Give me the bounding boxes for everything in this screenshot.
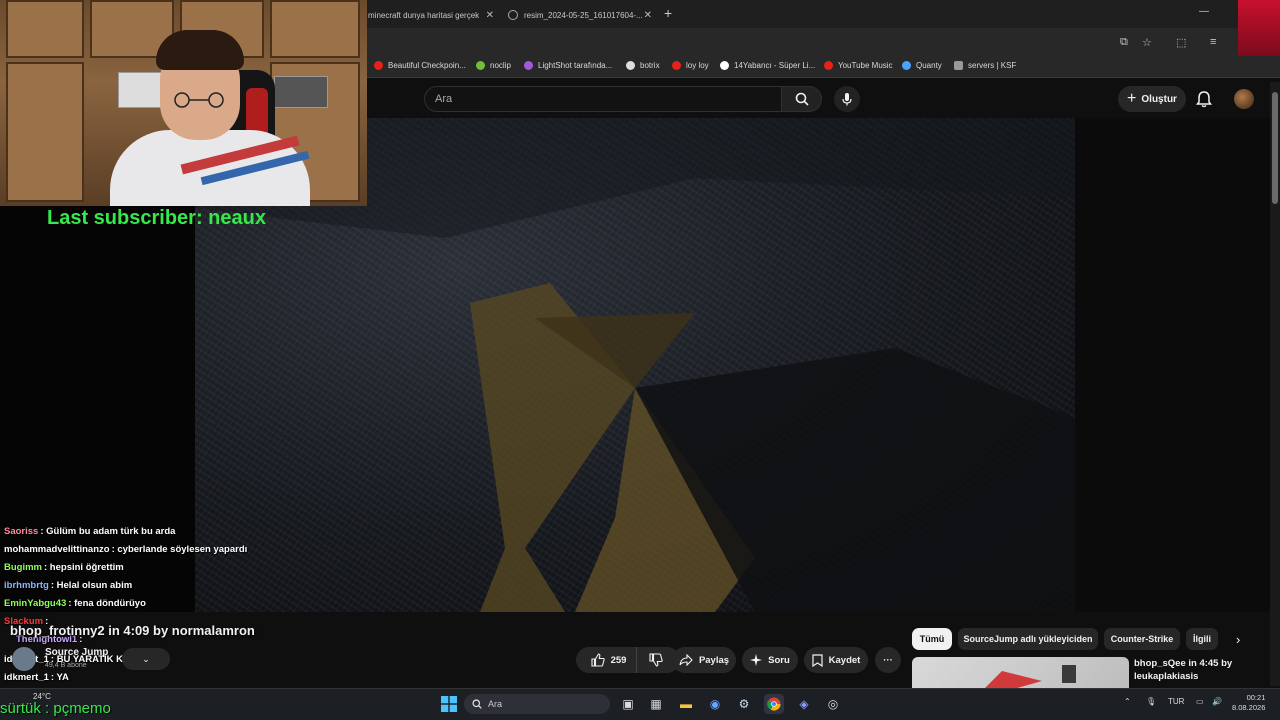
feather-icon <box>524 61 533 70</box>
search-input[interactable]: Ara <box>424 86 782 112</box>
recommended-thumbnail[interactable] <box>912 657 1129 691</box>
chip-all[interactable]: Tümü <box>912 628 952 650</box>
photo-poster <box>274 76 328 108</box>
app-icon[interactable]: ◉ <box>705 694 725 714</box>
obs-icon[interactable]: ◎ <box>823 694 843 714</box>
photo-poster <box>118 72 166 108</box>
steam-icon[interactable]: ⚙ <box>734 694 754 714</box>
like-button[interactable]: 259 <box>581 647 638 673</box>
voice-search-button[interactable] <box>834 86 860 112</box>
browser-tab[interactable]: minecraft dunya haritasi gerçek ✕ <box>368 4 494 26</box>
search-icon <box>795 92 809 106</box>
globe-icon <box>508 10 518 20</box>
extensions-icon[interactable]: ⬚ <box>1176 36 1186 49</box>
star-icon[interactable]: ☆ <box>1142 36 1152 49</box>
chat-message: Saoriss: Gülüm bu adam türk bu arda <box>4 526 176 537</box>
scrollbar-thumb[interactable] <box>1272 92 1278 204</box>
channel-icon <box>720 61 729 70</box>
ask-button[interactable]: Soru <box>742 647 798 673</box>
screen: minecraft dunya haritasi gerçek ✕ resim_… <box>0 0 1280 720</box>
chat-message: EminYabgu43: fena döndürüyo <box>4 598 146 609</box>
menu-icon[interactable]: ≡ <box>1210 36 1216 48</box>
chip-counter-strike[interactable]: Counter-Strike <box>1104 628 1180 650</box>
network-icon[interactable]: ▭ <box>1196 697 1204 706</box>
search-button[interactable] <box>782 86 822 112</box>
volume-icon[interactable]: 🔊 <box>1212 697 1222 706</box>
like-dislike-group: 259 <box>576 647 680 673</box>
sparkle-icon <box>750 654 763 666</box>
windows-taskbar <box>0 688 1280 720</box>
quanty-icon <box>902 61 911 70</box>
new-tab-button[interactable]: + <box>664 5 672 21</box>
bookmark-item[interactable]: Beautiful Checkpoin... <box>374 61 466 70</box>
search-icon <box>472 699 482 709</box>
video-title: bhop_frotinny2 in 4:09 by normalamron <box>10 623 255 638</box>
flag-overlay <box>1238 0 1280 56</box>
video-side-area <box>1075 118 1270 612</box>
bell-icon[interactable] <box>1196 90 1212 113</box>
botrix-icon <box>626 61 635 70</box>
webcam-overlay <box>0 0 367 206</box>
notification-toggle[interactable]: ⌄ <box>122 648 170 670</box>
recommended-video-title[interactable]: bhop_sQee in 4:45 by leukaplakiasis <box>1134 657 1254 683</box>
create-button[interactable]: + Oluştur <box>1118 86 1186 112</box>
noclip-icon <box>476 61 485 70</box>
language-indicator[interactable]: TUR <box>1168 697 1184 706</box>
chat-message: ibrhmbrtg: Helal olsun abim <box>4 580 133 591</box>
chevron-right-icon[interactable]: › <box>1236 632 1240 647</box>
bookmark-item[interactable]: Quanty <box>902 61 942 70</box>
server-icon <box>954 61 963 70</box>
chrome-icon[interactable] <box>764 694 784 714</box>
account-avatar[interactable] <box>1234 89 1254 109</box>
chat-message: mohammadvelittinanzo: cyberlande söylese… <box>4 544 248 555</box>
streamer-overlay-tag: sürtük : pçmemo <box>0 700 111 717</box>
chat-message: idkmert_1: YA <box>4 672 69 683</box>
bookmark-item[interactable]: 14Yabancı - Süper Li... <box>720 61 815 70</box>
close-icon[interactable]: ✕ <box>644 10 652 21</box>
youtube-music-icon <box>824 61 833 70</box>
thumbs-up-icon <box>591 653 605 667</box>
task-view-icon[interactable]: ▣ <box>618 694 638 714</box>
microphone-icon <box>842 93 852 106</box>
thumbs-down-icon <box>649 653 664 667</box>
channel-name[interactable]: Source Jump <box>45 647 108 658</box>
channel-subscriber-count: 49,4 B abone <box>45 662 87 669</box>
share-icon <box>679 654 693 666</box>
minimize-button[interactable]: — <box>1199 6 1209 17</box>
widgets-icon[interactable]: ▦ <box>646 694 666 714</box>
chip-from-uploader[interactable]: SourceJump adlı yükleyiciden <box>958 628 1098 650</box>
microphone-tray-icon[interactable]: 🎙 <box>1146 697 1156 706</box>
channel-avatar[interactable] <box>12 647 36 671</box>
bookmark-icon <box>812 653 823 667</box>
dislike-button[interactable] <box>637 647 675 673</box>
bookmark-item[interactable]: YouTube Music <box>824 61 893 70</box>
save-button[interactable]: Kaydet <box>804 647 868 673</box>
plus-icon: + <box>1127 90 1137 107</box>
chip-related[interactable]: İlgili <box>1186 628 1218 650</box>
share-button[interactable]: Paylaş <box>672 647 736 673</box>
tab-title: resim_2024-05-25_161017604-... <box>524 10 643 20</box>
youtube-icon <box>374 61 383 70</box>
more-actions-button[interactable]: ··· <box>875 647 901 673</box>
taskbar-search[interactable]: Ara <box>464 694 610 714</box>
discord-icon[interactable]: ◈ <box>794 694 814 714</box>
bookmark-item[interactable]: botrix <box>626 61 660 70</box>
browser-tab[interactable]: resim_2024-05-25_161017604-... ✕ <box>508 4 652 26</box>
bookmark-item[interactable]: servers | KSF <box>954 61 1016 70</box>
youtube-icon <box>672 61 681 70</box>
tab-title: minecraft dunya haritasi gerçek <box>368 10 480 20</box>
bookmark-item[interactable]: loy loy <box>672 61 709 70</box>
windows-start-icon[interactable] <box>439 694 459 714</box>
install-app-icon[interactable]: ⧉ <box>1120 36 1128 49</box>
chat-message: Bugimm: hepsini öğrettim <box>4 562 124 573</box>
glasses-icon <box>174 92 224 108</box>
bookmark-item[interactable]: LightShot tarafında... <box>524 61 612 70</box>
last-subscriber-label: Last subscriber: neaux <box>47 207 266 229</box>
chevron-down-icon: ⌄ <box>142 653 150 664</box>
system-clock[interactable]: 00:21 8.08.2026 <box>1232 693 1265 713</box>
file-explorer-icon[interactable]: ▬ <box>676 694 696 714</box>
chevron-up-icon[interactable]: ⌃ <box>1124 697 1131 706</box>
bookmark-item[interactable]: noclip <box>476 61 511 70</box>
close-icon[interactable]: ✕ <box>486 10 494 21</box>
